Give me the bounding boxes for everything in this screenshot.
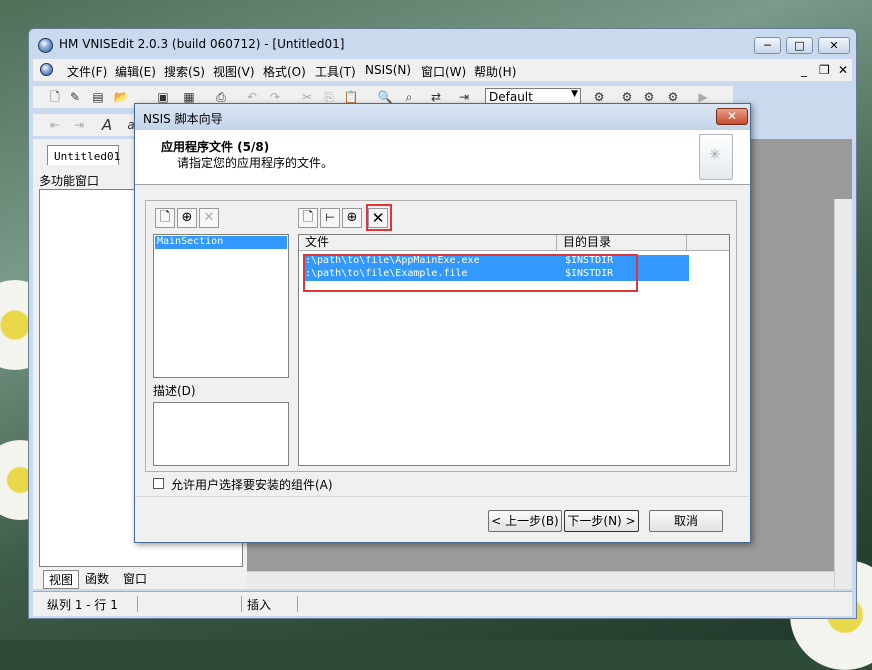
section-list[interactable]: MainSection	[153, 234, 289, 378]
mdi-close-button[interactable]: ✕	[838, 63, 848, 77]
nsis-wizard-dialog: NSIS 脚本向导 ✕ 应用程序文件 (5/8) 请指定您的应用程序的文件。 ✳…	[134, 103, 751, 543]
chevron-down-icon: ▼	[571, 89, 578, 99]
side-tabs: 视图 函数 窗口	[39, 569, 243, 589]
next-button[interactable]: 下一步(N) >	[564, 510, 639, 532]
menu-bar: 文件(F) 编辑(E) 搜索(S) 视图(V) 格式(O) 工具(T) NSIS…	[33, 59, 852, 81]
doc-tab-label: Untitled01	[54, 150, 121, 163]
wizard-document-icon: ✳	[699, 134, 733, 180]
allow-components-label: 允许用户选择要安装的组件(A)	[171, 478, 333, 492]
side-panel-title: 多功能窗口	[39, 174, 100, 188]
font-select-value: Default	[489, 90, 533, 104]
column-header-empty	[687, 235, 729, 251]
column-header-file[interactable]: 文件	[299, 235, 557, 251]
doc-globe-icon	[40, 63, 53, 76]
status-mode: 插入	[247, 598, 272, 612]
dialog-header: 应用程序文件 (5/8) 请指定您的应用程序的文件。 ✳	[135, 130, 750, 185]
add-file-icon[interactable]: ⊕	[342, 208, 362, 228]
section-item-mainsection[interactable]: MainSection	[155, 236, 287, 249]
tab-view[interactable]: 视图	[43, 570, 79, 589]
dialog-title: NSIS 脚本向导	[143, 112, 223, 126]
menu-format[interactable]: 格式(O)	[263, 63, 306, 80]
description-label: 描述(D)	[153, 384, 196, 398]
dialog-titlebar: NSIS 脚本向导 ✕	[135, 104, 750, 130]
maximize-button[interactable]: □	[786, 37, 813, 54]
close-button[interactable]: ✕	[818, 37, 850, 54]
mdi-restore-button[interactable]: ❐	[819, 63, 830, 77]
tab-windows[interactable]: 窗口	[123, 570, 147, 587]
minimize-button[interactable]: ─	[754, 37, 781, 54]
tab-functions[interactable]: 函数	[85, 570, 109, 587]
description-box	[153, 402, 289, 466]
editor-horizontal-scrollbar[interactable]	[247, 571, 834, 589]
indent-icon[interactable]: ⇤	[47, 117, 63, 133]
status-separator	[297, 596, 298, 612]
new-section-icon[interactable]: 🗋	[155, 208, 175, 228]
dialog-close-button[interactable]: ✕	[716, 108, 748, 125]
menu-edit[interactable]: 编辑(E)	[115, 63, 156, 80]
wizard-icon[interactable]: ✎	[67, 89, 83, 105]
font-icon[interactable]: A	[99, 117, 115, 133]
app-globe-icon	[38, 38, 53, 53]
status-bar: 纵列 1 - 行 1 插入	[33, 591, 852, 616]
open-folder-icon[interactable]: 📂	[113, 89, 129, 105]
menu-nsis[interactable]: NSIS(N)	[365, 63, 411, 77]
add-directory-icon[interactable]: ⊢	[320, 208, 340, 228]
add-section-icon[interactable]: ⊕	[177, 208, 197, 228]
delete-highlight-box	[366, 204, 392, 231]
menu-search[interactable]: 搜索(S)	[164, 63, 205, 80]
header-subtitle: 请指定您的应用程序的文件。	[177, 156, 334, 170]
rows-highlight-box	[303, 254, 638, 292]
doc-tab[interactable]: Untitled01	[47, 145, 121, 165]
cancel-button[interactable]: 取消	[649, 510, 723, 532]
menu-view[interactable]: 视图(V)	[213, 63, 255, 80]
main-window-title: HM VNISEdit 2.0.3 (build 060712) - [Unti…	[59, 37, 345, 51]
new-file-icon[interactable]: 🗋	[298, 208, 318, 228]
status-position: 纵列 1 - 行 1	[47, 598, 118, 612]
allow-components-checkbox[interactable]	[153, 478, 164, 489]
back-button[interactable]: < 上一步(B)	[488, 510, 562, 532]
outdent-icon[interactable]: ⇥	[71, 117, 87, 133]
template-icon[interactable]: ▤	[90, 89, 106, 105]
menu-tools[interactable]: 工具(T)	[315, 63, 356, 80]
menu-window[interactable]: 窗口(W)	[421, 63, 466, 80]
delete-section-icon[interactable]: ✕	[199, 208, 219, 228]
main-titlebar: HM VNISEdit 2.0.3 (build 060712) - [Unti…	[29, 29, 856, 59]
dialog-separator	[135, 496, 750, 497]
header-title: 应用程序文件 (5/8)	[161, 140, 270, 154]
format-toolbar: ⇤ ⇥ A a	[33, 114, 143, 136]
menu-help[interactable]: 帮助(H)	[474, 63, 516, 80]
editor-vertical-scrollbar[interactable]	[834, 199, 852, 589]
column-header-destination[interactable]: 目的目录	[557, 235, 687, 251]
menu-file[interactable]: 文件(F)	[67, 63, 107, 80]
new-file-icon[interactable]: 🗋	[47, 89, 63, 105]
status-separator	[241, 596, 242, 612]
status-separator	[137, 596, 138, 612]
mdi-minimize-button[interactable]: _	[801, 63, 807, 77]
